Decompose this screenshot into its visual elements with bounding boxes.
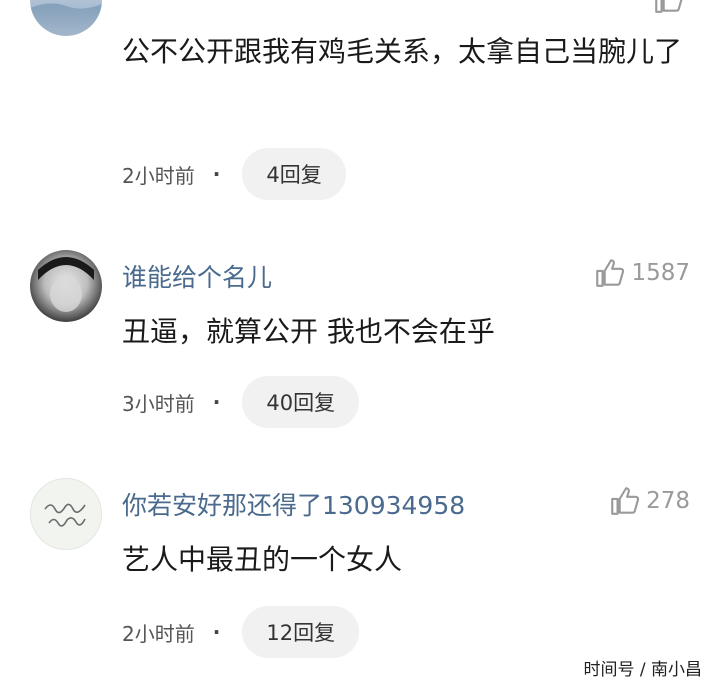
thumbs-up-icon [655,0,683,13]
comment-text: 艺人中最丑的一个女人 [122,543,403,576]
separator: · [212,620,221,644]
thumbs-up-icon [611,487,640,515]
avatar[interactable] [30,0,102,36]
username[interactable]: 你若安好那还得了130934958 [122,486,465,522]
reply-button[interactable]: 4回复 [242,148,346,200]
reply-button[interactable]: 40回复 [242,376,360,428]
timestamp: 3小时前 [122,391,195,416]
comment-meta: 3小时前 · 40回复 [122,376,360,428]
like-button[interactable] [652,0,690,16]
username[interactable]: 谁能给个名儿 [122,258,272,294]
like-button[interactable]: 278 [608,484,690,518]
timestamp: 2小时前 [122,163,195,188]
timestamp: 2小时前 [122,621,195,646]
comment-meta: 2小时前 · 4回复 [122,148,346,200]
like-count: 278 [646,488,690,514]
like-button[interactable]: 1587 [593,256,690,290]
avatar[interactable] [30,250,102,322]
avatar[interactable] [30,478,102,550]
comment-meta: 2小时前 · 12回复 [122,606,360,658]
watermark: 时间号 / 南小昌 [579,653,706,682]
separator: · [212,390,221,414]
comment-text: 公不公开跟我有鸡毛关系，太拿自己当腕儿了 [122,35,683,68]
like-count: 1587 [631,260,690,286]
thumbs-up-icon [596,259,625,287]
reply-button[interactable]: 12回复 [242,606,360,658]
comment-text: 丑逼，就算公开 我也不会在乎 [122,315,495,348]
separator: · [212,162,221,186]
